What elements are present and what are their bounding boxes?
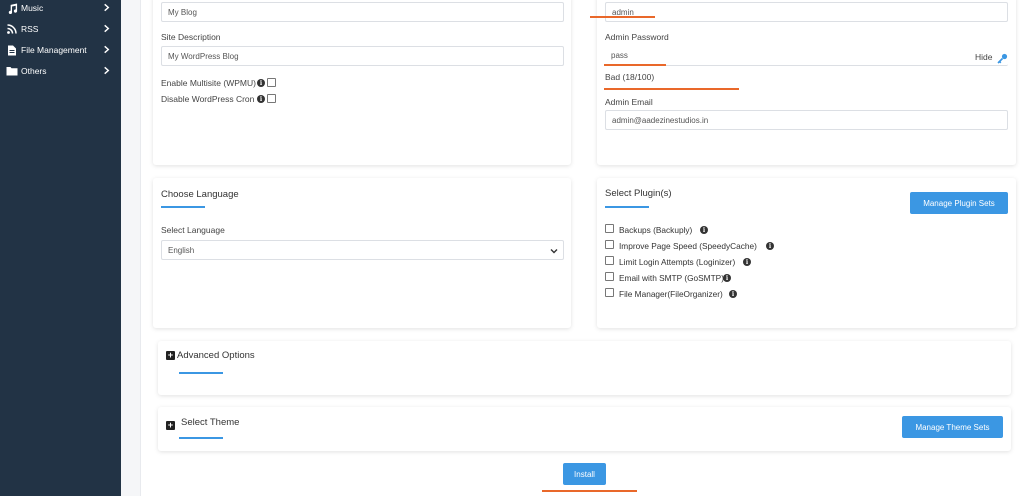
sidebar-item-others[interactable]: Others [0,61,121,81]
chevron-right-icon [104,24,110,33]
manage-theme-sets-button[interactable]: Manage Theme Sets [902,416,1003,438]
plugin-checkbox-backuply[interactable] [605,224,614,233]
sidebar-item-file-management[interactable]: File Management [0,40,121,60]
heading-underline [605,206,649,208]
info-icon: i [723,274,731,282]
admin-email-input[interactable]: admin@aadezinestudios.in [605,110,1008,130]
site-description-label: Site Description [161,32,221,42]
sidebar-item-label: File Management [21,45,87,55]
info-icon: i [700,226,708,234]
info-icon: i [257,95,265,103]
chevron-right-icon [104,45,110,54]
disable-cron-checkbox[interactable] [267,94,276,103]
plugin-checkbox-speedycache[interactable] [605,240,614,249]
advanced-options-heading[interactable]: Advanced Options [177,350,255,361]
install-highlight [542,490,637,492]
sidebar-item-music[interactable]: Music [0,0,121,18]
site-name-input[interactable]: My Blog [161,2,564,22]
admin-password-label: Admin Password [605,32,669,42]
language-select[interactable]: English [161,240,564,260]
music-icon [5,2,19,14]
rss-icon [5,24,19,34]
admin-email-label: Admin Email [605,97,653,107]
key-icon[interactable] [997,51,1008,69]
multisite-label: Enable Multisite (WPMU) [161,78,256,88]
info-icon: i [257,79,265,87]
info-icon: i [743,258,751,266]
select-theme-card[interactable] [158,407,1011,451]
admin-account-card [597,0,1016,165]
chevron-right-icon [104,66,110,75]
select-theme-heading[interactable]: Select Theme [181,417,239,428]
sidebar-item-label: Music [21,3,44,13]
multisite-checkbox[interactable] [267,78,276,87]
manage-plugin-sets-button[interactable]: Manage Plugin Sets [910,192,1008,214]
plugin-label: File Manager(FileOrganizer) [619,289,723,299]
select-plugins-heading: Select Plugin(s) [605,188,672,199]
sidebar-item-rss[interactable]: RSS [0,19,121,39]
expand-plus-icon[interactable]: + [166,351,175,360]
folder-icon [5,66,19,76]
info-icon: i [766,242,774,250]
plugin-label: Email with SMTP (GoSMTP) [619,273,724,283]
language-select-value: English [168,245,195,255]
plugin-label: Improve Page Speed (SpeedyCache) [619,241,757,251]
expand-plus-icon[interactable]: + [166,421,175,430]
password-highlight [604,64,666,66]
admin-password-input[interactable]: pass [605,46,1008,66]
file-icon [5,45,19,56]
advanced-options-card[interactable] [158,341,1011,395]
plugin-checkbox-gosmtp[interactable] [605,272,614,281]
heading-underline [179,437,223,439]
plugin-checkbox-loginizer[interactable] [605,256,614,265]
sidebar: Music RSS File Management Others [0,0,121,496]
plugin-checkbox-fileorganizer[interactable] [605,288,614,297]
hide-password-toggle[interactable]: Hide [975,52,992,62]
heading-underline [179,372,223,374]
plugin-label: Backups (Backuply) [619,225,693,235]
heading-underline [161,206,205,208]
strength-highlight [604,88,739,90]
sidebar-item-label: RSS [21,24,39,34]
sidebar-item-label: Others [21,66,47,76]
password-strength-label: Bad (18/100) [605,72,655,82]
select-language-label: Select Language [161,225,225,235]
chevron-right-icon [104,3,110,12]
plugin-label: Limit Login Attempts (Loginizer) [619,257,736,267]
username-highlight [590,16,655,18]
chevron-down-icon [550,249,558,254]
disable-cron-label: Disable WordPress Cron [161,94,255,104]
install-button[interactable]: Install [563,463,606,485]
choose-language-heading: Choose Language [161,189,239,200]
site-description-input[interactable]: My WordPress Blog [161,46,564,66]
admin-username-input[interactable]: admin [605,2,1008,22]
info-icon: i [729,290,737,298]
